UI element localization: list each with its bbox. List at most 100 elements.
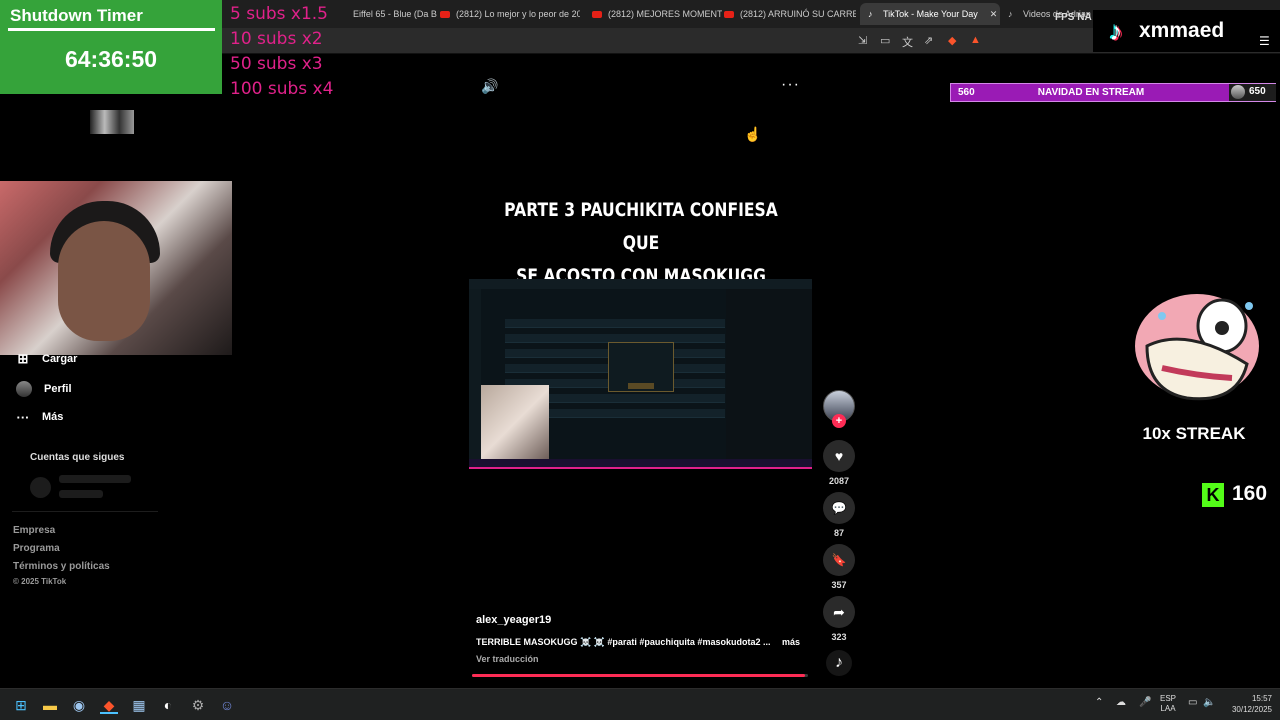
browser-tab-label: (2812) MEJORES MOMENTOS [608, 9, 722, 19]
settings-gear-icon[interactable]: ⚙ [189, 696, 207, 714]
language-code: ESP [1160, 694, 1177, 703]
streak-label: 10x STREAK [1142, 424, 1246, 443]
share-arrow-icon: ➦ [833, 603, 845, 620]
browser-menu-icon[interactable]: ☰ [1259, 34, 1270, 48]
calculator-icon[interactable]: ▦ [130, 696, 148, 714]
game-top-bar [469, 279, 812, 289]
subs-multiplier-item: 5 subs x1.5 [230, 4, 328, 24]
youtube-icon [724, 10, 734, 18]
subs-multiplier-item: 10 subs x2 [230, 29, 323, 49]
timer-divider [8, 28, 215, 31]
upload-icon: ⊞ [17, 351, 29, 366]
clock-date: 30/12/2025 [1231, 705, 1272, 714]
description-more-link[interactable]: más [782, 637, 800, 647]
tray-volume-icon[interactable]: 🔈 [1203, 697, 1215, 708]
volume-icon[interactable]: 🔊 [481, 78, 498, 95]
brave-shield-icon[interactable]: ◆ [948, 34, 956, 47]
video-more-options-icon[interactable]: ··· [781, 76, 800, 94]
save-count: 357 [831, 580, 847, 590]
save-button[interactable]: 🔖 [823, 544, 855, 576]
stream-goal-bar: NAVIDAD EN STREAM 560 650 [950, 83, 1276, 102]
stream-goal-avatar [1231, 85, 1245, 99]
following-placeholder-line [59, 475, 131, 483]
video-author[interactable]: alex_yeager19 [476, 614, 551, 626]
obs-studio-icon[interactable]: ◐ [159, 696, 177, 714]
tray-network-icon[interactable]: ▭ [1188, 697, 1197, 708]
copyright-text: © 2025 TikTok [13, 577, 67, 586]
tiktok-icon: ♪ [868, 8, 873, 19]
browser-tab[interactable]: (2812) ARRUINÓ SU CARRERA [716, 3, 856, 25]
sidebar-item-label: Cargar [42, 353, 78, 365]
video-game-screenshot [469, 279, 812, 469]
tiktok-icon: ♪ [1008, 8, 1013, 19]
browser-tab-label: (2812) Lo mejor y lo peor de 20 [456, 9, 580, 19]
footer-link-terms[interactable]: Términos y políticas [13, 561, 110, 572]
heart-icon: ♥ [834, 448, 844, 464]
share-count: 323 [831, 632, 847, 642]
sidebar-item-label: Más [42, 411, 64, 423]
file-explorer-icon[interactable]: ▬ [41, 696, 59, 714]
like-button[interactable]: ♥ [823, 440, 855, 472]
pink-fish-emote-icon [1127, 286, 1261, 419]
comment-button[interactable]: 💬 [823, 492, 855, 524]
share-icon[interactable]: ⇗ [924, 34, 933, 47]
mouse-cursor-icon: ☝ [744, 126, 762, 142]
timer-title: Shutdown Timer [10, 6, 143, 25]
comment-icon: 💬 [831, 501, 847, 515]
game-score-row [505, 319, 725, 328]
stream-goal-current: 560 [958, 87, 975, 98]
sidebar-divider [12, 511, 158, 512]
follow-plus-icon[interactable]: + [832, 414, 846, 428]
game-webcam-inset [481, 385, 549, 461]
youtube-icon [440, 10, 450, 18]
share-button[interactable]: ➦ [823, 596, 855, 628]
sidebar-item-label: Perfil [44, 383, 72, 395]
following-placeholder-avatar [30, 477, 51, 498]
browser-tab[interactable]: Eiffel 65 - Blue (Da B [330, 3, 438, 25]
footer-link-program[interactable]: Programa [13, 543, 60, 554]
webcam-feed [0, 181, 232, 355]
brave-browser-icon[interactable]: ◆ [100, 696, 118, 714]
screenshot-icon[interactable]: ▭ [880, 34, 890, 47]
music-disc-icon[interactable]: ♪ [826, 650, 852, 676]
browser-tab[interactable]: ♪ TikTok - Make Your Day ✕ [860, 3, 1000, 25]
brave-rewards-icon[interactable]: ▲ [970, 34, 981, 46]
footer-link-company[interactable]: Empresa [13, 525, 55, 536]
sidebar-item-more[interactable]: ··· Más [16, 410, 64, 425]
channel-name: xmmaed [1139, 19, 1225, 42]
steam-icon[interactable]: ◉ [70, 696, 88, 714]
kick-viewer-count: 160 [1232, 482, 1268, 505]
stream-goal-target: 650 [1249, 86, 1266, 97]
reader-mode-icon[interactable]: ⇲ [858, 34, 867, 47]
tray-cloud-icon[interactable]: ☁ [1116, 697, 1126, 708]
comment-count: 87 [833, 528, 844, 538]
channel-brand-overlay: ♪ xmmaed [1093, 10, 1280, 52]
tray-microphone-icon[interactable]: 🎤 [1139, 697, 1151, 708]
webcam-person-face [58, 221, 150, 341]
translate-icon[interactable]: 文 [902, 34, 913, 50]
browser-tab-label: (2812) ARRUINÓ SU CARRERA [740, 9, 856, 19]
discord-icon[interactable]: ☺ [218, 696, 236, 714]
see-translation-link[interactable]: Ver traducción [476, 654, 539, 664]
tray-chevron-up-icon[interactable]: ⌃ [1095, 697, 1103, 708]
fps-label: FPS NA [1055, 12, 1092, 23]
browser-tab[interactable]: (2812) MEJORES MOMENTOS [584, 3, 722, 25]
clock-time: 15:57 [1251, 694, 1272, 703]
game-penalty-dialog [608, 342, 674, 392]
system-clock[interactable]: 15:57 30/12/2025 [1222, 693, 1272, 715]
timer-value: 64:36:50 [64, 46, 158, 72]
tab-close-icon[interactable]: ✕ [990, 9, 998, 20]
video-caption-line: PARTE 3 PAUCHIKITA CONFIESA QUE [504, 199, 778, 254]
profile-avatar-icon [16, 381, 32, 397]
youtube-icon [592, 10, 602, 18]
sidebar-item-profile[interactable]: Perfil [16, 381, 72, 397]
video-progress-fill [472, 674, 805, 677]
shutdown-timer-widget: Shutdown Timer 64:36:50 [0, 0, 222, 94]
windows-start-icon[interactable]: ⊞ [12, 696, 30, 714]
subs-multiplier-item: 50 subs x3 [230, 54, 323, 74]
language-indicator[interactable]: ESP LAA [1160, 694, 1176, 714]
sidebar-item-upload[interactable]: ⊞ Cargar [16, 351, 78, 366]
language-layout: LAA [1160, 704, 1176, 713]
browser-tab-label: Eiffel 65 - Blue (Da B [353, 9, 437, 19]
browser-tab[interactable]: (2812) Lo mejor y lo peor de 20 [432, 3, 580, 25]
